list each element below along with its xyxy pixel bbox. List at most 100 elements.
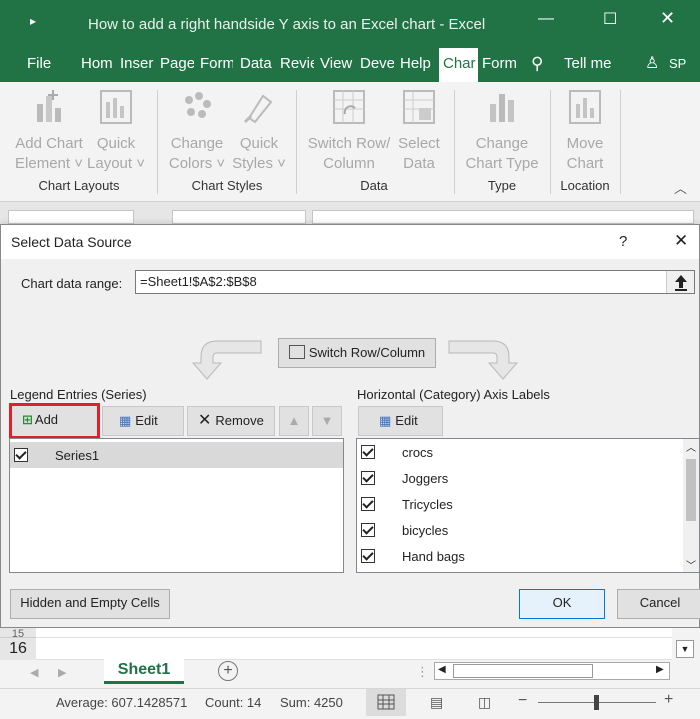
list-item[interactable]: Joggers [357, 465, 699, 491]
zoom-thumb[interactable] [594, 695, 599, 710]
tab-view[interactable]: View [320, 48, 354, 82]
edit-label: Edit [135, 413, 158, 428]
dialog-close-icon[interactable]: ✕ [674, 231, 688, 251]
page-layout-icon[interactable]: ▤ [430, 694, 443, 711]
hscroll-right-icon[interactable]: ▶ [656, 664, 664, 675]
change-colors-button[interactable]: Change Colors ˅ [166, 88, 228, 174]
grid-row[interactable] [36, 638, 672, 660]
quick-layout-label-1: Quick [96, 135, 136, 152]
vscroll-down-icon[interactable]: ▼ [676, 640, 694, 658]
switch-row-column-label-2: Column [323, 155, 375, 172]
axis-list-scrollbar[interactable]: ︿ ﹀ [683, 439, 699, 572]
maximize-icon[interactable]: ☐ [603, 9, 617, 29]
tab-page-layout[interactable]: Page [160, 48, 194, 82]
formula-input[interactable] [312, 210, 694, 224]
collapse-range-button[interactable] [666, 271, 694, 293]
select-data-icon [403, 90, 435, 124]
list-item[interactable]: Series1 [10, 442, 343, 468]
hscroll-thumb[interactable] [453, 664, 593, 678]
category-checkbox[interactable] [361, 497, 375, 511]
change-chart-type-button[interactable]: Change Chart Type [462, 88, 542, 174]
add-series-button[interactable]: ⊞ Add [9, 403, 100, 439]
edit-axis-labels-button[interactable]: ▦ Edit [358, 406, 443, 436]
zoom-out-icon[interactable]: − [518, 692, 527, 710]
quick-access-icon[interactable]: ▸ [30, 14, 36, 28]
list-item[interactable]: Hand bags [357, 543, 699, 569]
select-data-button[interactable]: Select Data [394, 88, 444, 174]
list-item[interactable]: Tricycles [357, 491, 699, 517]
row-header[interactable]: 16 [0, 638, 36, 660]
minimize-icon[interactable]: — [538, 10, 554, 28]
help-button[interactable]: ? [619, 233, 627, 250]
scroll-down-icon[interactable]: ﹀ [686, 557, 696, 572]
lightbulb-icon[interactable]: ⚲ [531, 48, 551, 82]
category-checkbox[interactable] [361, 523, 375, 537]
formula-buttons[interactable] [172, 210, 306, 224]
switch-icon [288, 345, 305, 359]
tab-home[interactable]: Hom [81, 48, 114, 82]
add-sheet-icon[interactable]: + [218, 661, 238, 681]
category-label: Joggers [402, 471, 449, 486]
group-data: Data [360, 178, 388, 193]
move-down-button[interactable]: ▼ [312, 406, 342, 436]
hscrollbar[interactable]: ◀ ▶ [434, 662, 670, 680]
tab-developer[interactable]: Deve [360, 48, 394, 82]
sheet-next-icon[interactable]: ▶ [58, 666, 66, 679]
group-type: Type [487, 178, 517, 193]
sheet-tab-sheet1[interactable]: Sheet1 [104, 658, 184, 684]
ok-button[interactable]: OK [519, 589, 605, 619]
cancel-button[interactable]: Cancel [617, 589, 700, 619]
add-chart-element-label-1: Add Chart [15, 135, 83, 152]
series-checkbox[interactable] [14, 448, 28, 462]
tell-me-search[interactable]: Tell me [564, 48, 624, 82]
ribbon-divider [454, 90, 455, 194]
collapse-ribbon-icon[interactable]: ︿ [674, 178, 687, 197]
remove-series-button[interactable]: ✕ Remove [187, 406, 275, 436]
dialog-header: Select Data Source ? ✕ [1, 225, 699, 259]
chart-type-icon [490, 94, 514, 122]
range-select-icon [675, 275, 687, 291]
list-item[interactable]: crocs [357, 439, 699, 465]
switch-row-column-ribbon-button[interactable]: Switch Row/ Column [304, 88, 394, 174]
user-initials[interactable]: SP [669, 48, 700, 82]
edit-series-button[interactable]: ▦ Edit [102, 406, 184, 436]
category-label: Tricycles [402, 497, 453, 512]
tab-data[interactable]: Data [240, 48, 274, 82]
tab-help[interactable]: Help [400, 48, 434, 82]
quick-styles-button[interactable]: Quick Styles ˅ [228, 88, 290, 174]
move-chart-button[interactable]: Move Chart [558, 88, 612, 174]
user-icon[interactable]: ♙ [645, 48, 663, 82]
row-header[interactable]: 15 [0, 628, 36, 638]
category-checkbox[interactable] [361, 549, 375, 563]
page-break-icon[interactable]: ◫ [478, 694, 491, 711]
hidden-empty-cells-button[interactable]: Hidden and Empty Cells [10, 589, 170, 619]
close-icon[interactable]: ✕ [660, 8, 675, 29]
edit-icon: ▦ [119, 413, 132, 428]
category-checkbox[interactable] [361, 471, 375, 485]
zoom-in-icon[interactable]: + [664, 691, 673, 709]
chart-data-range-input[interactable]: =Sheet1!$A$2:$B$8 [135, 270, 695, 294]
hscroll-left-icon[interactable]: ◀ [438, 664, 446, 675]
scroll-up-icon[interactable]: ︿ [686, 439, 696, 454]
grid-row[interactable] [36, 628, 672, 638]
tab-chart-design[interactable]: Char [439, 48, 478, 82]
move-up-button[interactable]: ▲ [279, 406, 309, 436]
name-box[interactable] [8, 210, 134, 224]
switch-row-column-button[interactable]: Switch Row/Column [278, 338, 436, 368]
sheet-prev-icon[interactable]: ◀ [30, 666, 38, 679]
add-icon: ⊞ [22, 412, 33, 427]
add-chart-element-button[interactable]: Add Chart Element ˅ [12, 88, 86, 174]
tab-file[interactable]: File [27, 48, 57, 82]
chart-data-range-label: Chart data range: [21, 276, 123, 291]
change-chart-type-label-1: Change [475, 135, 529, 152]
tab-formulas[interactable]: Form [200, 48, 233, 82]
category-checkbox[interactable] [361, 445, 375, 459]
list-item[interactable]: bicycles [357, 517, 699, 543]
ribbon-divider [296, 90, 297, 194]
tab-review[interactable]: Revie [280, 48, 314, 82]
tab-format[interactable]: Form [482, 48, 516, 82]
tab-insert[interactable]: Inser [120, 48, 154, 82]
normal-view-button[interactable] [366, 689, 406, 716]
quick-layout-button[interactable]: Quick Layout ˅ [86, 88, 146, 174]
scroll-thumb[interactable] [686, 459, 696, 521]
